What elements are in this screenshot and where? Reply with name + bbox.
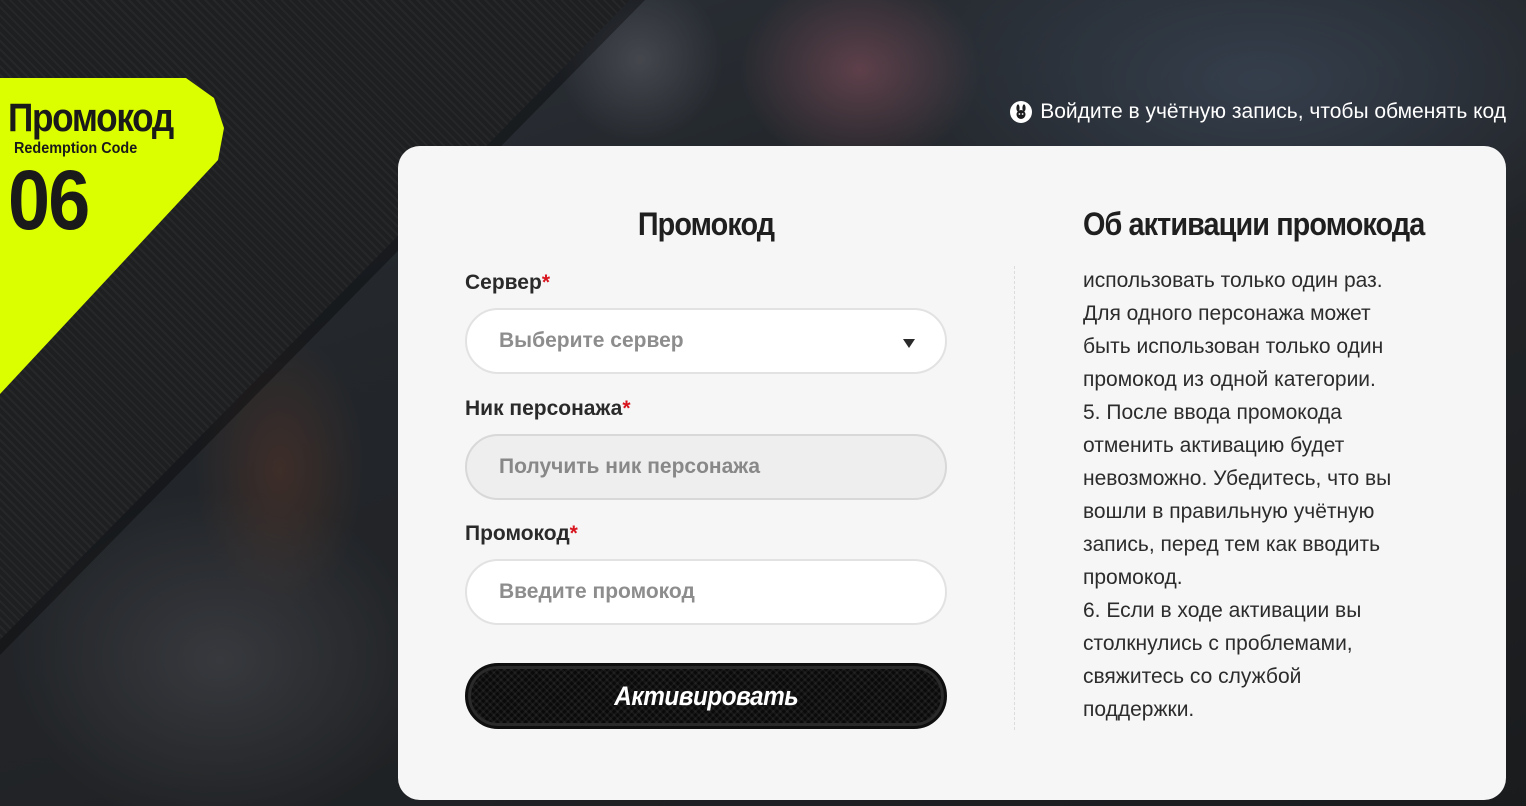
info-line: отменить активацию будет — [1083, 434, 1345, 457]
info-line: Для одного персонажа может — [1083, 302, 1371, 325]
info-line: использовать только один раз. — [1083, 269, 1383, 292]
info-line: невозможно. Убедитесь, что вы — [1083, 467, 1392, 490]
info-line: столкнулись с проблемами, — [1083, 632, 1353, 655]
code-input[interactable]: Введите промокод — [465, 559, 947, 625]
code-input-placeholder: Введите промокод — [499, 580, 695, 603]
server-select-placeholder: Выберите сервер — [499, 329, 684, 352]
login-link[interactable]: Войдите в учётную запись, чтобы обменять… — [1010, 100, 1506, 124]
nickname-placeholder: Получить ник персонажа — [499, 455, 761, 478]
caret-down-icon — [903, 339, 915, 348]
login-link-text[interactable]: Войдите в учётную запись, чтобы обменять… — [1040, 100, 1506, 124]
code-label: Промокод* — [465, 522, 578, 546]
info-line: промокод из одной категории. — [1083, 368, 1376, 391]
form-title: Промокод — [637, 206, 775, 242]
redeem-card: Промокод Сервер* Выберите сервер Ник пер… — [398, 146, 1506, 800]
badge-title: Промокод — [8, 96, 174, 140]
info-line: 6. Если в ходе активации вы — [1083, 599, 1362, 622]
code-label-text: Промокод — [465, 522, 570, 545]
info-text: использовать только один раз. Для одного… — [1083, 264, 1423, 726]
server-label-text: Сервер — [465, 271, 542, 294]
nickname-field[interactable]: Получить ник персонажа — [465, 434, 947, 500]
nickname-label-text: Ник персонажа — [465, 397, 623, 420]
required-mark: * — [622, 397, 631, 420]
required-mark: * — [569, 522, 578, 545]
nickname-label: Ник персонажа* — [465, 397, 631, 421]
info-title: Об активации промокода — [1083, 206, 1425, 242]
info-line: вошли в правильную учётную — [1083, 500, 1375, 523]
column-divider — [1014, 266, 1015, 730]
bunny-icon — [1010, 101, 1033, 123]
info-line: запись, перед тем как вводить — [1083, 533, 1381, 556]
server-label: Сервер* — [465, 271, 550, 295]
badge-number: 06 — [8, 153, 90, 247]
info-line: 5. После ввода промокода — [1083, 401, 1342, 424]
activate-button-label: Активировать — [613, 680, 799, 711]
activate-button[interactable]: Активировать — [465, 663, 947, 729]
info-line: промокод. — [1083, 566, 1183, 589]
required-mark: * — [541, 271, 550, 294]
server-select[interactable]: Выберите сервер — [465, 308, 947, 374]
info-line: быть использован только один — [1083, 335, 1384, 358]
info-line: свяжитесь со службой — [1083, 665, 1302, 688]
info-line: поддержки. — [1083, 698, 1195, 721]
